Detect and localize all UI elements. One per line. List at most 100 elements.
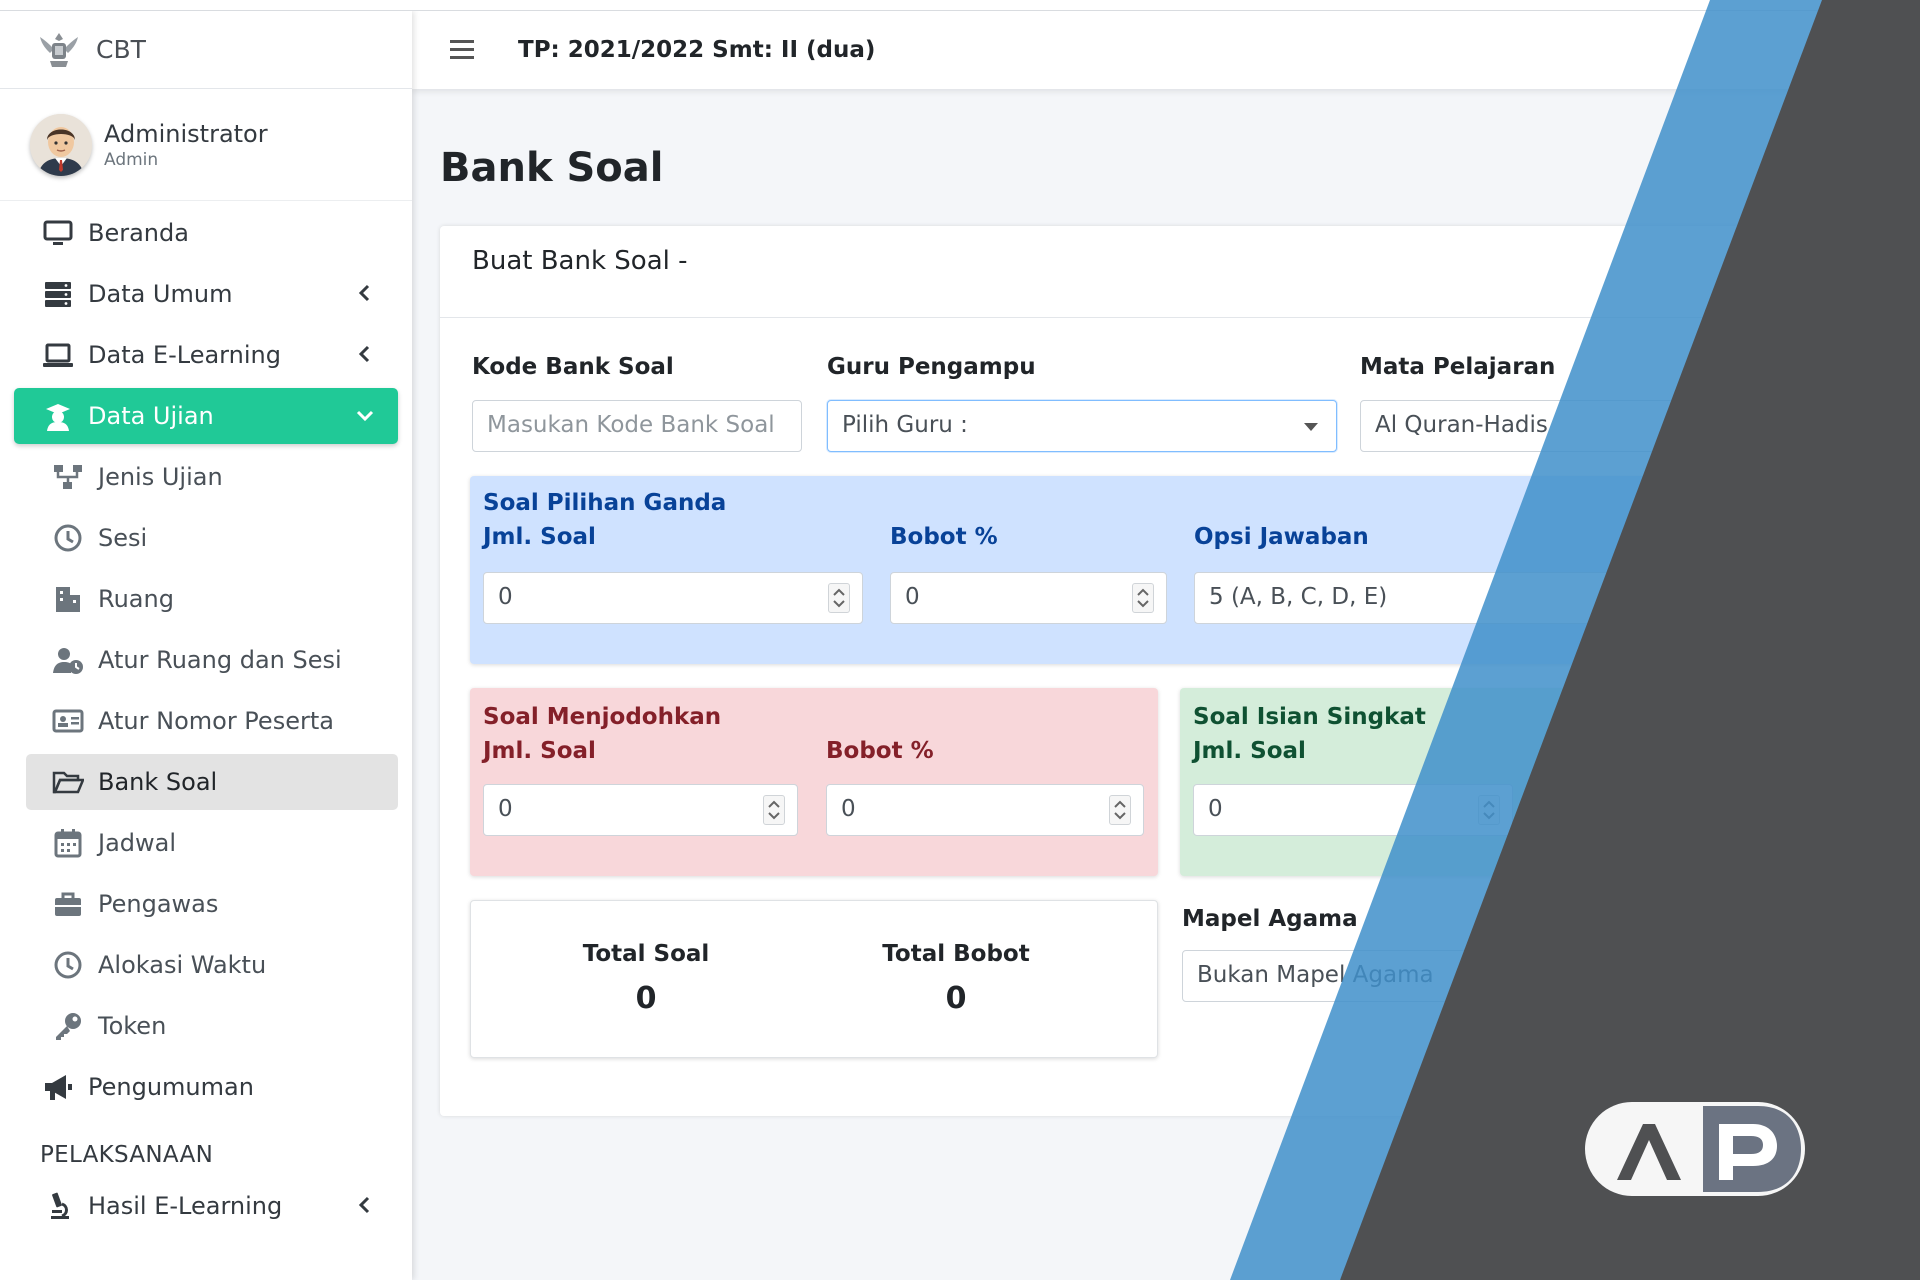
user-name: Administrator bbox=[104, 119, 268, 148]
user-clock-icon bbox=[50, 642, 86, 678]
sidebar-item-jadwal[interactable]: Jadwal bbox=[26, 815, 398, 871]
chevron-left-icon bbox=[358, 1196, 370, 1214]
sidebar-item-atur-ruang-sesi[interactable]: Atur Ruang dan Sesi bbox=[26, 632, 398, 688]
sidebar-item-label: Jadwal bbox=[98, 829, 177, 857]
user-role: Admin bbox=[104, 149, 159, 170]
sidebar-item-data-elearning[interactable]: Data E-Learning bbox=[14, 327, 398, 383]
jodoh-jml-label: Jml. Soal bbox=[483, 738, 596, 764]
mapel-label: Mata Pelajaran bbox=[1360, 354, 1556, 380]
pg-title: Soal Pilihan Ganda bbox=[483, 490, 727, 516]
avatar-image bbox=[30, 113, 92, 176]
sidebar-item-pengumuman[interactable]: Pengumuman bbox=[14, 1059, 398, 1115]
sidebar-item-label: Bank Soal bbox=[98, 768, 218, 796]
ap-logo-icon bbox=[1585, 1102, 1805, 1196]
guru-select-value: Pilih Guru : bbox=[842, 412, 968, 438]
pg-opsi-select[interactable]: 5 (A, B, C, D, E) bbox=[1194, 572, 1614, 624]
nav-header-pelaksanaan: PELAKSANAAN bbox=[40, 1142, 214, 1168]
top-navbar: TP: 2021/2022 Smt: II (dua) bbox=[412, 11, 1920, 89]
avatar bbox=[30, 113, 92, 176]
sidebar-item-sesi[interactable]: Sesi bbox=[26, 510, 398, 566]
sidebar-item-label: Data Ujian bbox=[88, 402, 214, 430]
menjodohkan-panel: Soal Menjodohkan Jml. Soal 0 Bobot % 0 bbox=[470, 688, 1158, 876]
pg-opsi-label: Opsi Jawaban bbox=[1194, 524, 1369, 550]
microscope-icon bbox=[40, 1188, 76, 1224]
sidebar-item-label: Pengumuman bbox=[88, 1073, 254, 1101]
sidebar-item-token[interactable]: Token bbox=[26, 998, 398, 1054]
sidebar-item-jenis-ujian[interactable]: Jenis Ujian bbox=[26, 449, 398, 505]
bank-soal-card: Buat Bank Soal - Kode Bank Soal Masukan … bbox=[440, 226, 1920, 1116]
key-icon bbox=[50, 1008, 86, 1044]
sidebar-item-alokasi-waktu[interactable]: Alokasi Waktu bbox=[26, 937, 398, 993]
pg-jml-value: 0 bbox=[498, 584, 513, 610]
laptop-icon bbox=[40, 337, 76, 373]
kode-bank-soal-input[interactable]: Masukan Kode Bank Soal bbox=[472, 400, 802, 452]
sidebar-item-label: Alokasi Waktu bbox=[98, 951, 267, 979]
pg-jml-input[interactable]: 0 bbox=[483, 572, 863, 624]
megaphone-icon bbox=[40, 1069, 76, 1105]
kode-label: Kode Bank Soal bbox=[472, 354, 674, 380]
sidebar-item-beranda[interactable]: Beranda bbox=[14, 205, 398, 261]
jodoh-bobot-label: Bobot % bbox=[826, 738, 934, 764]
pg-jml-label: Jml. Soal bbox=[483, 524, 596, 550]
chevron-down-icon bbox=[356, 410, 374, 422]
user-panel[interactable]: Administrator Admin bbox=[0, 89, 412, 201]
sidebar-item-label: Jenis Ujian bbox=[98, 463, 223, 491]
isian-title: Soal Isian Singkat bbox=[1193, 704, 1426, 730]
calendar-icon bbox=[50, 825, 86, 861]
card-title: Buat Bank Soal - bbox=[440, 226, 1920, 318]
id-card-icon bbox=[50, 703, 86, 739]
sidebar-item-bank-soal[interactable]: Bank Soal bbox=[26, 754, 398, 810]
number-spinner-icon[interactable] bbox=[828, 583, 850, 613]
sitemap-icon bbox=[50, 459, 86, 495]
sidebar-item-data-ujian[interactable]: Data Ujian bbox=[14, 388, 398, 444]
total-soal-value: 0 bbox=[635, 981, 657, 1016]
jodoh-bobot-input[interactable]: 0 bbox=[826, 784, 1144, 836]
sidebar: CBT Administrator Admin Beranda Data Umu… bbox=[0, 11, 412, 1280]
clock-icon bbox=[50, 520, 86, 556]
sidebar-item-pengawas[interactable]: Pengawas bbox=[26, 876, 398, 932]
building-icon bbox=[50, 581, 86, 617]
garuda-icon bbox=[40, 32, 78, 67]
jodoh-jml-input[interactable]: 0 bbox=[483, 784, 798, 836]
graduation-icon bbox=[40, 398, 76, 434]
sidebar-item-label: Data E-Learning bbox=[88, 341, 281, 369]
number-spinner-icon[interactable] bbox=[1478, 795, 1500, 825]
chevron-left-icon bbox=[358, 284, 370, 302]
hamburger-icon[interactable] bbox=[450, 39, 478, 61]
brand-link[interactable]: CBT bbox=[0, 11, 412, 89]
total-bobot-value: 0 bbox=[945, 981, 967, 1016]
jodoh-bobot-value: 0 bbox=[841, 796, 856, 822]
sidebar-item-label: Atur Nomor Peserta bbox=[98, 707, 334, 735]
sidebar-item-data-umum[interactable]: Data Umum bbox=[14, 266, 398, 322]
pilihan-ganda-panel: Soal Pilihan Ganda Jml. Soal 0 Bobot % 0… bbox=[470, 476, 1900, 664]
sidebar-item-label: Sesi bbox=[98, 524, 148, 552]
sidebar-item-hasil-elearning[interactable]: Hasil E-Learning bbox=[14, 1178, 398, 1234]
pg-bobot-input[interactable]: 0 bbox=[890, 572, 1167, 624]
top-border bbox=[0, 0, 1920, 11]
sidebar-item-label: Token bbox=[98, 1012, 167, 1040]
number-spinner-icon[interactable] bbox=[763, 795, 785, 825]
sidebar-item-label: Ruang bbox=[98, 585, 174, 613]
sidebar-item-ruang[interactable]: Ruang bbox=[26, 571, 398, 627]
isian-jml-input[interactable]: 0 bbox=[1193, 784, 1513, 836]
guru-select[interactable]: Pilih Guru : bbox=[827, 400, 1337, 452]
brand-name: CBT bbox=[96, 35, 146, 64]
sidebar-item-atur-nomor-peserta[interactable]: Atur Nomor Peserta bbox=[26, 693, 398, 749]
sidebar-item-label: Atur Ruang dan Sesi bbox=[98, 646, 342, 674]
clock-icon bbox=[50, 947, 86, 983]
guru-label: Guru Pengampu bbox=[827, 354, 1036, 380]
total-bobot-label: Total Bobot bbox=[882, 941, 1030, 967]
mapel-select[interactable]: Al Quran-Hadis bbox=[1360, 400, 1900, 452]
sidebar-nav: Beranda Data Umum Data E-Learning Data U… bbox=[0, 201, 412, 1234]
number-spinner-icon[interactable] bbox=[1132, 583, 1154, 613]
number-spinner-icon[interactable] bbox=[1109, 795, 1131, 825]
isian-jml-label: Jml. Soal bbox=[1193, 738, 1306, 764]
mapel-agama-label: Mapel Agama bbox=[1182, 906, 1358, 932]
sidebar-item-label: Hasil E-Learning bbox=[88, 1192, 283, 1220]
mapel-agama-select[interactable]: Bukan Mapel Agama bbox=[1182, 950, 1702, 1002]
pg-bobot-value: 0 bbox=[905, 584, 920, 610]
pg-bobot-label: Bobot % bbox=[890, 524, 998, 550]
server-icon bbox=[40, 276, 76, 312]
folder-open-icon bbox=[50, 764, 86, 800]
dropdown-caret-icon bbox=[1304, 423, 1318, 431]
